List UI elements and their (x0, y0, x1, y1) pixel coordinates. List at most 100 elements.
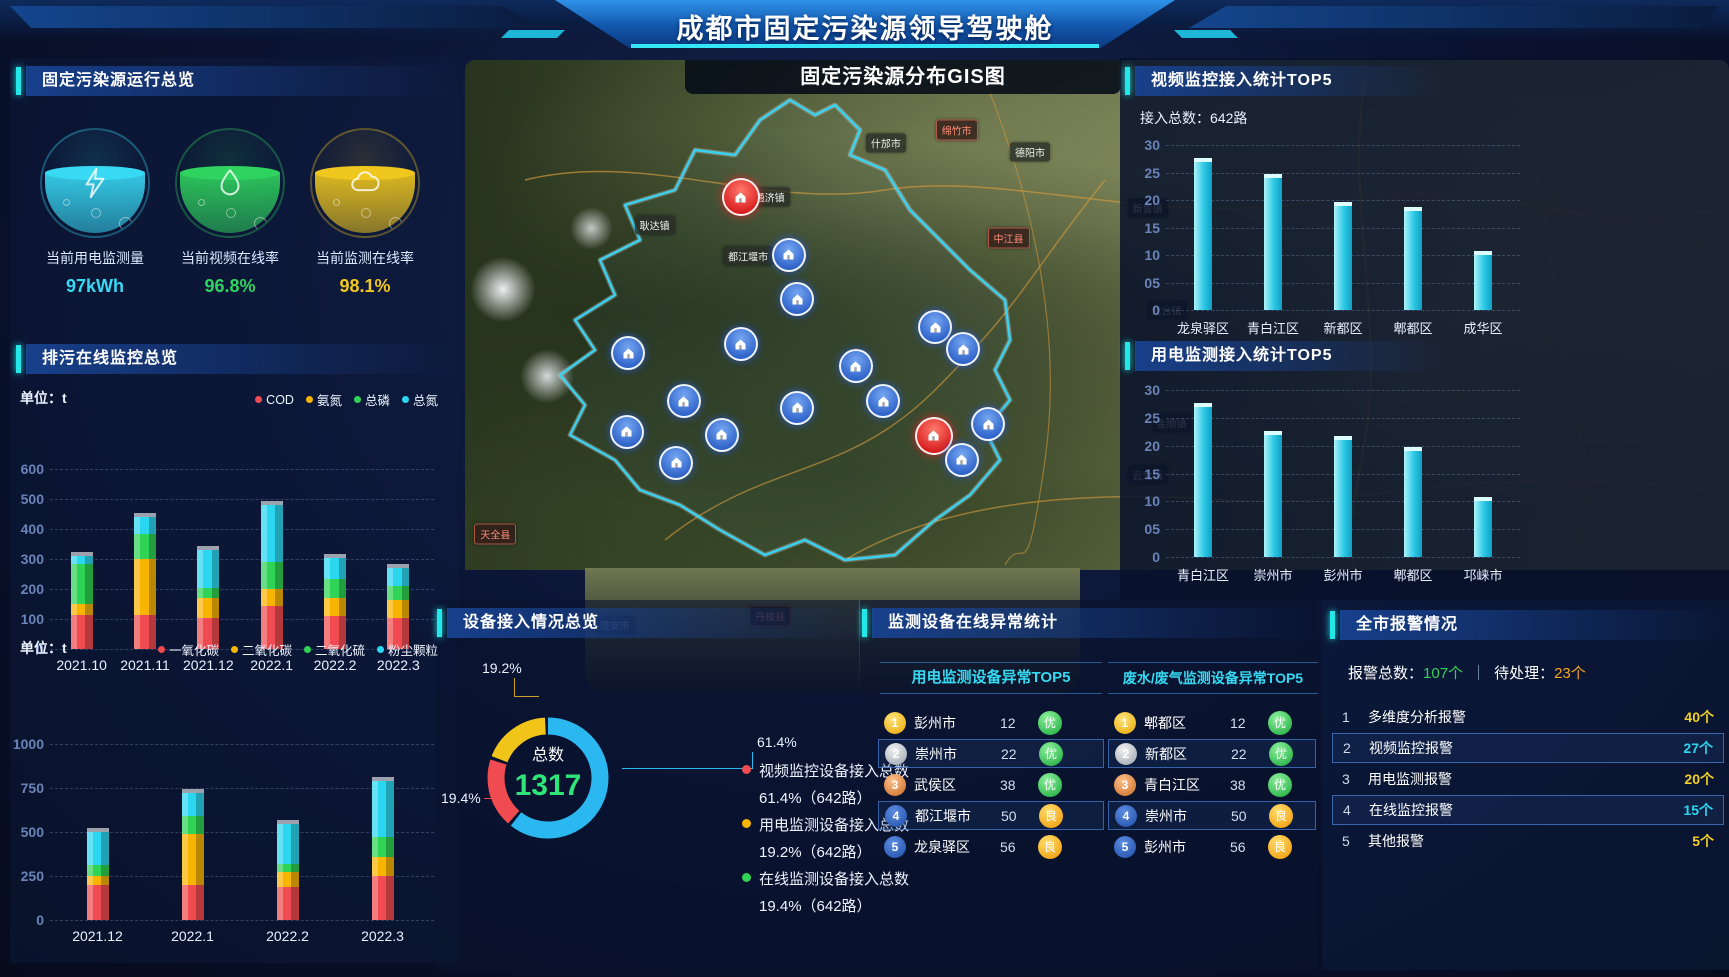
map-marker-site[interactable] (611, 336, 645, 370)
drop-icon (213, 166, 247, 205)
bar-segment (372, 781, 394, 837)
map-marker-site[interactable] (839, 349, 873, 383)
legend-label: 二氧化碳 (242, 640, 292, 659)
abnormal-table-row[interactable]: 1郫都区12优 (1108, 708, 1316, 737)
map-marker-site[interactable] (724, 327, 758, 361)
bar-segment (182, 834, 204, 885)
legend-item[interactable]: 二氧化碳 (231, 640, 292, 659)
legend-dot (377, 646, 384, 653)
legend-item[interactable]: 二氧化硫 (304, 640, 365, 659)
legend-item[interactable]: 总磷 (354, 390, 390, 409)
map-marker-site[interactable] (667, 384, 701, 418)
rank-medal: 1 (884, 712, 906, 734)
donut-callout-label: 61.4% (757, 734, 797, 750)
axis-tick-label: 500 (12, 824, 44, 840)
alarm-row[interactable]: 4在线监控报警15个 (1332, 795, 1724, 825)
axis-category-label: 邛崃市 (1463, 565, 1502, 584)
abnormal-table-row[interactable]: 5龙泉驿区56良 (878, 832, 1104, 861)
bar-segment (324, 558, 346, 579)
alarm-row[interactable]: 5其他报警5个 (1332, 826, 1724, 856)
gridline (50, 499, 434, 500)
abnormal-table-row[interactable]: 1彭州市12优 (878, 708, 1104, 737)
map-marker-site[interactable] (866, 384, 900, 418)
bubble (333, 199, 340, 206)
bar-segment (87, 876, 109, 885)
rank-medal: 3 (1114, 774, 1136, 796)
alarm-row[interactable]: 3用电监测报警20个 (1332, 764, 1724, 794)
gauge-sphere (175, 128, 285, 238)
map-marker-site[interactable] (705, 418, 739, 452)
bar-segment (71, 615, 93, 650)
region-name: 新都区 (1145, 744, 1223, 764)
legend-item[interactable]: 粉尘颗粒 (377, 640, 438, 659)
unit-label: 单位：t (20, 638, 67, 658)
map-marker-site[interactable] (780, 282, 814, 316)
bar-segment (71, 604, 93, 615)
abnormal-table-row[interactable]: 4崇州市50良 (1108, 801, 1316, 830)
alarm-total-value: 107个 (1423, 665, 1463, 682)
abnormal-table-row[interactable]: 4都江堰市50良 (878, 801, 1104, 830)
legend-item[interactable]: 总氮 (402, 390, 438, 409)
axis-tick-label: 20 (1128, 192, 1160, 208)
alarm-rank: 4 (1343, 802, 1369, 818)
map-marker-site[interactable] (971, 407, 1005, 441)
gridline (50, 469, 434, 470)
region-name: 彭州市 (914, 713, 992, 733)
donut-callout-line (484, 798, 507, 819)
axis-category-label: 2022.1 (171, 928, 214, 944)
alarm-row[interactable]: 1多维度分析报警40个 (1332, 702, 1724, 732)
axis-tick-label: 400 (12, 521, 44, 537)
map-marker-alert[interactable] (722, 178, 760, 216)
bar-segment (87, 865, 109, 876)
access-total: 接入总数：642路 (1140, 108, 1247, 128)
panel-header-device: 设备接入情况总览 (447, 608, 863, 638)
panel-title: 排污在线监控总览 (42, 350, 178, 367)
abnormal-table-row[interactable]: 2新都区22优 (1108, 739, 1316, 768)
map-marker-site[interactable] (780, 391, 814, 425)
map-marker-site[interactable] (946, 332, 980, 366)
gauge-label: 当前视频在线率 (175, 248, 285, 268)
table-title-power-abnormal: 用电监测设备异常TOP5 (880, 662, 1102, 694)
header-wing-left (10, 6, 540, 28)
bar-segment (324, 598, 346, 616)
cloud-icon (348, 166, 382, 205)
bar-segment (261, 589, 283, 606)
abnormal-table-row[interactable]: 2崇州市22优 (878, 739, 1104, 768)
legend-item[interactable]: COD (255, 390, 294, 409)
alarm-summary: 报警总数：107个｜待处理：23个 (1348, 662, 1586, 683)
bar-segment (261, 562, 283, 589)
alarm-count: 5个 (1692, 831, 1714, 851)
legend-item[interactable]: 一氧化碳 (158, 640, 219, 659)
bar-segment (277, 887, 299, 920)
axis-category-label: 彭州市 (1323, 565, 1362, 584)
legend-item[interactable]: 氨氮 (306, 390, 342, 409)
map-marker-site[interactable] (918, 310, 952, 344)
alarm-row[interactable]: 2视频监控报警27个 (1332, 733, 1724, 763)
bar (1264, 435, 1282, 557)
axis-category-label: 2022.2 (266, 928, 309, 944)
map-marker-site[interactable] (772, 238, 806, 272)
status-badge: 优 (1038, 711, 1062, 735)
rank-medal: 1 (1114, 712, 1136, 734)
axis-tick-label: 200 (12, 581, 44, 597)
dashboard-root: 耿达镇通济镇都江堰市什邡市绵竹市德阳市中江县新鲁镇龙台镇金顺镇云龙镇天全县 固定… (0, 0, 1729, 977)
bar (1404, 451, 1422, 557)
abnormal-table-row[interactable]: 5彭州市56良 (1108, 832, 1316, 861)
abnormal-table-row[interactable]: 3武侯区38优 (878, 770, 1104, 799)
gauge-value: 98.1% (310, 276, 420, 297)
map-marker-site[interactable] (659, 446, 693, 480)
abnormal-table-row[interactable]: 3青白江区38优 (1108, 770, 1316, 799)
alarm-type-label: 多维度分析报警 (1368, 707, 1684, 727)
legend-dot (402, 396, 409, 403)
legend-dot (354, 396, 361, 403)
axis-category-label: 郫都区 (1393, 565, 1432, 584)
panel-header-abnormal: 监测设备在线异常统计 (872, 608, 1324, 638)
region-name: 青白江区 (1144, 775, 1222, 795)
map-marker-site[interactable] (945, 443, 979, 477)
alarm-type-label: 用电监测报警 (1368, 769, 1684, 789)
region-name: 彭州市 (1144, 837, 1222, 857)
bar-segment (197, 550, 219, 588)
panel-title: 固定污染源运行总览 (42, 72, 195, 89)
panel-title: 设备接入情况总览 (463, 614, 599, 631)
map-marker-site[interactable] (610, 415, 644, 449)
